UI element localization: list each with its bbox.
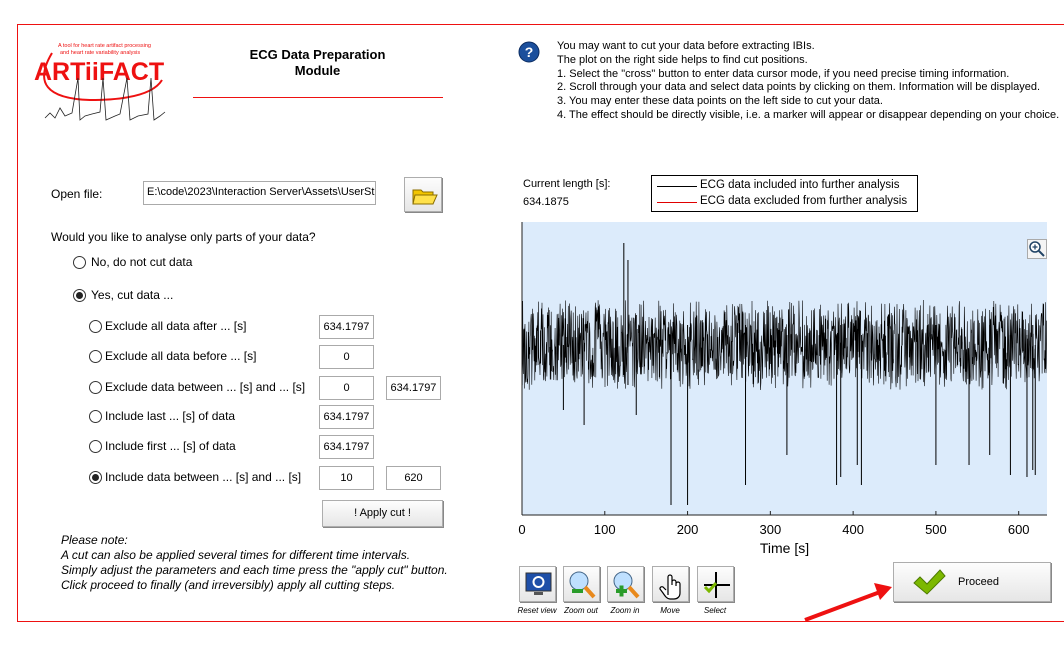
ecg-chart[interactable]: 0 100 200 300 400 500 600 Time [s] [500,215,1064,560]
svg-text:ARTiiFACT: ARTiiFACT [34,58,164,86]
proceed-button[interactable]: Proceed [893,562,1051,602]
radio-cut-option[interactable] [89,320,102,333]
toolbar-label: Reset view [517,606,557,615]
zoom-in-icon [613,571,640,599]
x-tick-label: 300 [759,522,781,537]
svg-text:A tool for heart rate artifact: A tool for heart rate artifact processin… [58,43,151,49]
x-tick-label: 0 [518,522,525,537]
radio-cut-option[interactable] [89,471,102,484]
toolbar-reset-view-button[interactable] [519,566,556,602]
artiifact-logo: A tool for heart rate artifact processin… [34,43,166,121]
cut-option-label: Include data between ... [s] and ... [s] [105,470,302,484]
svg-text:and heart rate variability ana: and heart rate variability analysis [60,50,140,56]
cut-option-label: Exclude all data after ... [s] [105,319,247,333]
no-cut-label: No, do not cut data [91,255,193,269]
legend-excluded: ECG data excluded from further analysis [700,195,908,207]
help-text: You may want to cut your data before ext… [557,40,1060,121]
zoom-out-icon [569,571,596,599]
zoom-magnifier-icon[interactable] [1027,239,1047,259]
cut-value-1-input[interactable]: 10 [319,466,374,490]
note-text: Please note: A cut can also be applied se… [61,533,448,592]
cut-value-1-input[interactable]: 0 [319,345,374,369]
radio-yes-cut[interactable] [73,289,86,302]
toolbar-label: Zoom in [610,606,640,615]
title-divider [193,97,443,98]
radio-cut-option[interactable] [89,440,102,453]
legend-swatch-excluded [657,202,697,203]
current-length-value: 634.1875 [523,196,569,208]
cut-option-label: Exclude all data before ... [s] [105,349,257,363]
toolbar-move-button[interactable] [652,566,689,602]
cut-value-1-input[interactable]: 0 [319,376,374,400]
radio-no-cut[interactable] [73,256,86,269]
toolbar-label: Move [660,606,680,615]
apply-cut-button[interactable]: ! Apply cut ! [322,500,443,527]
chart-legend: ECG data included into further analysis … [651,175,918,212]
legend-swatch-included [657,186,697,187]
checkmark-icon [913,569,946,595]
crosshair-icon [703,572,730,598]
toolbar-label: Select [703,606,727,615]
hand-icon [659,574,681,600]
yes-cut-label: Yes, cut data ... [91,288,174,302]
x-tick-label: 500 [925,522,947,537]
svg-text:?: ? [525,44,534,60]
x-tick-label: 600 [1008,522,1030,537]
radio-cut-option[interactable] [89,410,102,423]
page-title: ECG Data Preparation Module [249,47,386,78]
proceed-label: Proceed [958,576,999,588]
cut-option-label: Include first ... [s] of data [105,439,236,453]
apply-cut-label: ! Apply cut ! [354,507,411,519]
toolbar-select-button[interactable] [697,566,734,602]
cut-value-2-input[interactable]: 620 [386,466,441,490]
file-path-input[interactable]: E:\code\2023\Interaction Server\Assets\U… [143,181,376,205]
cut-option-label: Include last ... [s] of data [105,409,236,423]
x-tick-label: 200 [677,522,699,537]
red-arrow-annotation [804,583,892,622]
toolbar-label: Zoom out [564,606,598,615]
toolbar-zoom-out-button[interactable] [563,566,600,602]
x-tick-label: 400 [842,522,864,537]
legend-included: ECG data included into further analysis [700,179,900,191]
cut-value-1-input[interactable]: 634.1797 [319,315,374,339]
x-axis-label: Time [s] [760,540,809,556]
browse-file-button[interactable] [404,177,442,212]
current-length-label: Current length [s]: [523,178,611,190]
cut-value-1-input[interactable]: 634.1797 [319,435,374,459]
cut-value-2-input[interactable]: 634.1797 [386,376,441,400]
monitor-reset-icon [525,572,552,595]
cut-option-label: Exclude data between ... [s] and ... [s] [105,380,306,394]
open-file-label: Open file: [51,187,103,201]
toolbar-zoom-in-button[interactable] [607,566,644,602]
folder-icon [412,189,438,205]
help-icon: ? [518,41,540,63]
cut-value-1-input[interactable]: 634.1797 [319,405,374,429]
radio-cut-option[interactable] [89,381,102,394]
x-tick-label: 100 [594,522,616,537]
radio-cut-option[interactable] [89,350,102,363]
cut-question: Would you like to analyse only parts of … [51,230,316,244]
